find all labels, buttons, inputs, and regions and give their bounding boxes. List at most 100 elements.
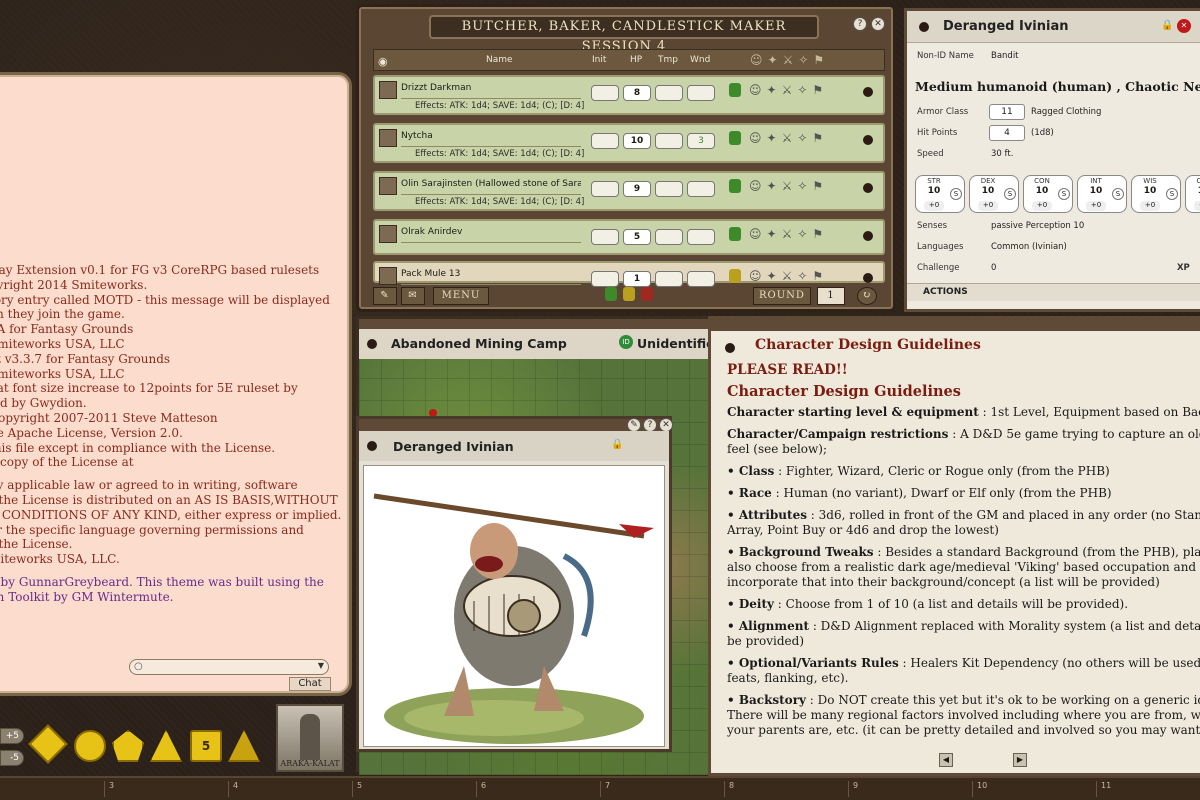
- tmp-field[interactable]: [655, 133, 683, 149]
- d10-die[interactable]: [112, 730, 144, 762]
- d12-die[interactable]: [74, 730, 106, 762]
- target-icon[interactable]: ✎: [373, 287, 397, 305]
- close-button[interactable]: ✕: [659, 418, 673, 432]
- next-round-icon[interactable]: ↻: [857, 287, 877, 305]
- save-icon[interactable]: S: [1058, 188, 1070, 200]
- hotkey-slot[interactable]: 5: [352, 781, 472, 797]
- save-icon[interactable]: S: [1112, 188, 1124, 200]
- faction-icon[interactable]: [729, 227, 741, 241]
- hotkey-slot[interactable]: 4: [228, 781, 348, 797]
- token-avatar[interactable]: [379, 267, 397, 285]
- ability-value[interactable]: 10: [920, 186, 948, 196]
- ability-score[interactable]: WIS 10 +0 S: [1131, 175, 1181, 213]
- hp-field[interactable]: 9: [623, 181, 651, 197]
- npc-status-dot[interactable]: [919, 22, 929, 32]
- row-action-icons[interactable]: ☺✦⚔✧⚑: [749, 179, 828, 193]
- modifier-minus-button[interactable]: -5: [0, 750, 24, 766]
- next-page-button[interactable]: ▶: [1013, 753, 1027, 767]
- portrait-thumbnail[interactable]: ARAKA-KALAT: [276, 704, 344, 772]
- save-icon[interactable]: S: [1004, 188, 1016, 200]
- combatant-name[interactable]: Olrak Anirdev: [401, 227, 581, 243]
- wnd-field[interactable]: [687, 229, 715, 245]
- token-avatar[interactable]: [379, 225, 397, 243]
- faction-icon[interactable]: [729, 83, 741, 97]
- row-action-icons[interactable]: ☺✦⚔✧⚑: [749, 269, 828, 283]
- ability-value[interactable]: 10: [974, 186, 1002, 196]
- close-icon[interactable]: ✕: [1177, 19, 1191, 33]
- hp-field[interactable]: 10: [623, 133, 651, 149]
- hotkey-slot[interactable]: 6: [476, 781, 596, 797]
- eye-icon[interactable]: ◉: [378, 55, 388, 68]
- active-dot[interactable]: [863, 231, 873, 241]
- wnd-field[interactable]: [687, 85, 715, 101]
- lock-icon[interactable]: 🔒: [1161, 20, 1173, 31]
- wnd-field[interactable]: [687, 181, 715, 197]
- hotkey-slot[interactable]: 7: [600, 781, 720, 797]
- edit-button[interactable]: ✎: [627, 418, 641, 432]
- tracker-row[interactable]: Olin Sarajinsten (Hallowed stone of Sara…: [373, 171, 885, 211]
- tmp-field[interactable]: [655, 229, 683, 245]
- active-dot[interactable]: [863, 273, 873, 283]
- image-status-dot[interactable]: [367, 441, 377, 451]
- faction-neutral-icon[interactable]: [623, 287, 635, 301]
- hotkey-slot[interactable]: 9: [848, 781, 968, 797]
- d8-die[interactable]: [150, 730, 182, 762]
- menu-button[interactable]: MENU: [433, 287, 489, 305]
- ac-value[interactable]: 11: [989, 104, 1025, 120]
- id-badge-icon[interactable]: ID: [619, 335, 633, 349]
- active-dot[interactable]: [863, 87, 873, 97]
- row-action-icons[interactable]: ☺✦⚔✧⚑: [749, 227, 828, 241]
- init-field[interactable]: [591, 133, 619, 149]
- ability-value[interactable]: 10: [1190, 186, 1200, 196]
- prev-page-button[interactable]: ◀: [939, 753, 953, 767]
- ability-score[interactable]: CHA10+0S: [1185, 175, 1200, 213]
- lock-icon[interactable]: 🔒: [611, 439, 623, 450]
- hotkey-slot[interactable]: 3: [104, 781, 224, 797]
- active-dot[interactable]: [863, 135, 873, 145]
- row-action-icons[interactable]: ☺✦⚔✧⚑: [749, 131, 828, 145]
- token-avatar[interactable]: [379, 129, 397, 147]
- round-value[interactable]: 1: [817, 287, 845, 305]
- faction-friend-icon[interactable]: [605, 287, 617, 301]
- ability-value[interactable]: 10: [1082, 186, 1110, 196]
- token-avatar[interactable]: [379, 177, 397, 195]
- help-button[interactable]: ?: [643, 418, 657, 432]
- tmp-field[interactable]: [655, 181, 683, 197]
- faction-icon[interactable]: [729, 131, 741, 145]
- init-field[interactable]: [591, 229, 619, 245]
- tmp-field[interactable]: [655, 85, 683, 101]
- hp-value[interactable]: 4: [989, 125, 1025, 141]
- chat-send-button[interactable]: Chat: [289, 677, 331, 691]
- column-icons[interactable]: ☺✦⚔✧⚑: [750, 53, 829, 67]
- tracker-row[interactable]: Olrak Anirdev 5 ☺✦⚔✧⚑: [373, 219, 885, 255]
- init-field[interactable]: [591, 85, 619, 101]
- hp-field[interactable]: 5: [623, 229, 651, 245]
- save-icon[interactable]: S: [1166, 188, 1178, 200]
- tracker-row[interactable]: Pack Mule 13 1 ☺✦⚔✧⚑: [373, 261, 885, 287]
- row-action-icons[interactable]: ☺✦⚔✧⚑: [749, 83, 828, 97]
- map-status-dot[interactable]: [367, 339, 377, 349]
- hp-field[interactable]: 8: [623, 85, 651, 101]
- mail-icon[interactable]: ✉: [401, 287, 425, 305]
- ability-score[interactable]: CON 10 +0 S: [1023, 175, 1073, 213]
- active-dot[interactable]: [863, 183, 873, 193]
- story-status-dot[interactable]: [725, 343, 735, 353]
- ability-score[interactable]: STR 10 +0 S: [915, 175, 965, 213]
- d4-die[interactable]: [228, 730, 260, 762]
- combatant-name[interactable]: Drizzt Darkman: [401, 83, 581, 99]
- faction-icon[interactable]: [729, 179, 741, 193]
- chat-input[interactable]: ○ ▼: [129, 659, 329, 675]
- hotkey-slot[interactable]: 10: [972, 781, 1092, 797]
- modifier-plus-button[interactable]: +5: [0, 728, 24, 744]
- close-button[interactable]: ✕: [871, 17, 885, 31]
- wnd-field[interactable]: 3: [687, 133, 715, 149]
- init-field[interactable]: [591, 181, 619, 197]
- combatant-name[interactable]: Nytcha: [401, 131, 581, 147]
- ability-value[interactable]: 10: [1136, 186, 1164, 196]
- d6-die[interactable]: 5: [190, 730, 222, 762]
- d20-die[interactable]: [28, 724, 68, 764]
- hotkey-slot[interactable]: 8: [724, 781, 844, 797]
- combatant-name[interactable]: Pack Mule 13: [401, 269, 581, 285]
- save-icon[interactable]: S: [950, 188, 962, 200]
- token-avatar[interactable]: [379, 81, 397, 99]
